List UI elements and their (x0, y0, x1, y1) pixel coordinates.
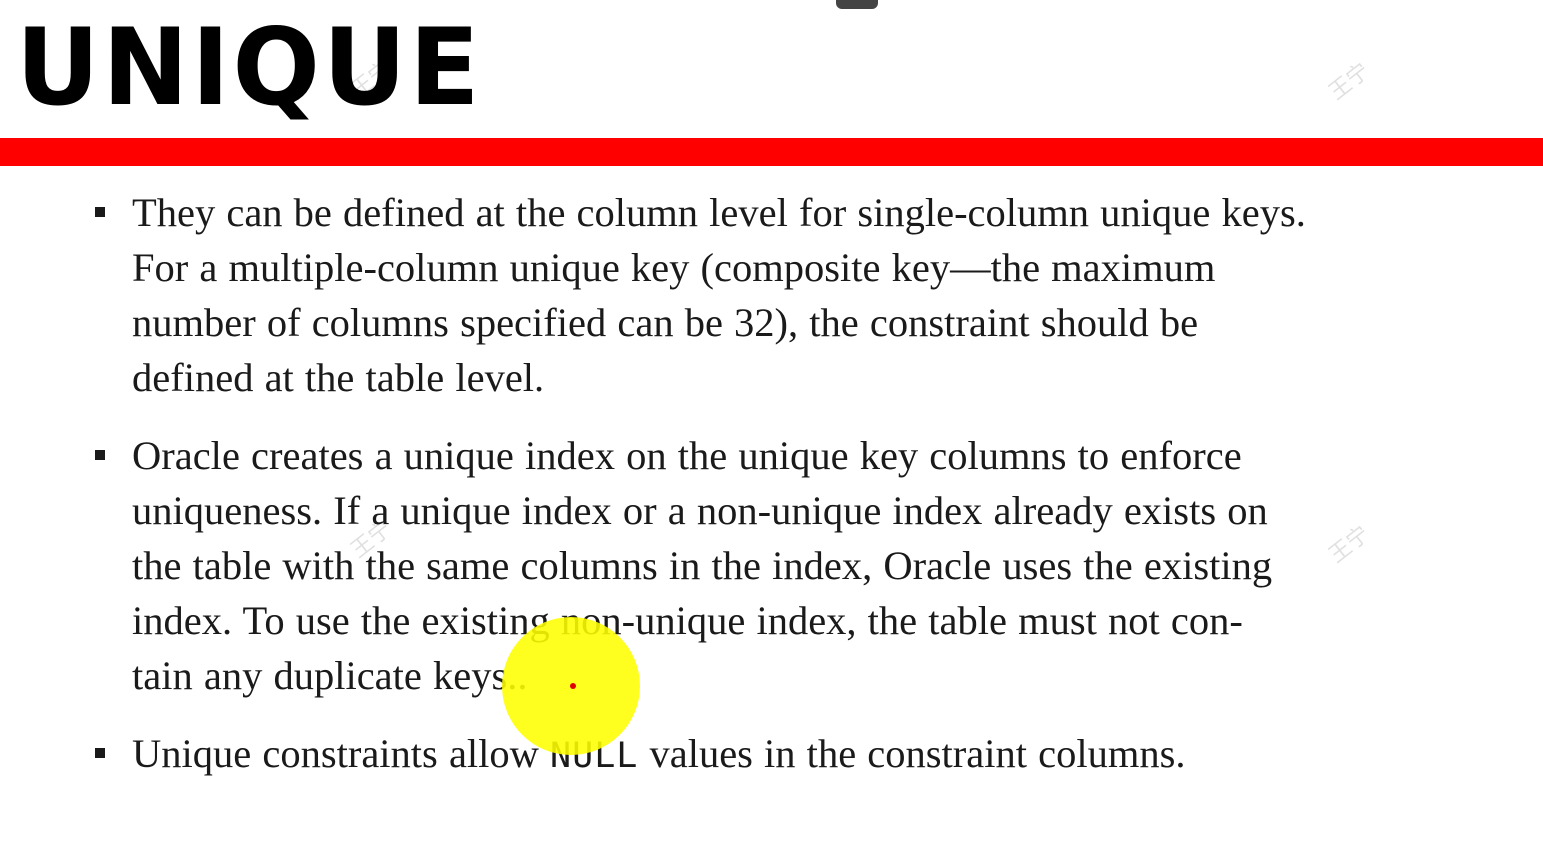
text-before-code: Unique constraints allow (132, 731, 551, 776)
bullet-list: They can be defined at the column level … (90, 185, 1400, 784)
null-code: NULL (550, 736, 639, 776)
bullet-line: the table with the same columns in the i… (132, 543, 1273, 588)
bullet-line: defined at the table level. (132, 355, 545, 400)
bullet-line: They can be defined at the column level … (132, 190, 1306, 235)
title-divider (0, 138, 1543, 166)
square-bullet-icon (95, 748, 105, 758)
watermark-text: 王宁 (1324, 58, 1375, 106)
slide-title: UNIQUE (16, 6, 483, 129)
bullet-line: uniqueness. If a unique index or a non-u… (132, 488, 1268, 533)
square-bullet-icon (95, 207, 105, 217)
bullet-line: index. To use the existing non-unique in… (132, 598, 1243, 643)
bullet-item-column-level: They can be defined at the column level … (90, 185, 1400, 405)
text-after-code: values in the constraint columns. (638, 731, 1186, 776)
bullet-line: tain any duplicate keys.. (132, 653, 528, 698)
cursor-dot-icon (570, 683, 576, 689)
bullet-item-null-values: Unique constraints allow NULL values in … (90, 726, 1400, 784)
square-bullet-icon (95, 450, 105, 460)
window-notch (836, 0, 878, 9)
bullet-item-unique-index: Oracle creates a unique index on the uni… (90, 428, 1400, 703)
bullet-line: Unique constraints allow NULL values in … (132, 726, 1400, 784)
bullet-line: number of columns specified can be 32), … (132, 300, 1199, 345)
bullet-line: Oracle creates a unique index on the uni… (132, 433, 1242, 478)
bullet-line: For a multiple-column unique key (compos… (132, 245, 1216, 290)
